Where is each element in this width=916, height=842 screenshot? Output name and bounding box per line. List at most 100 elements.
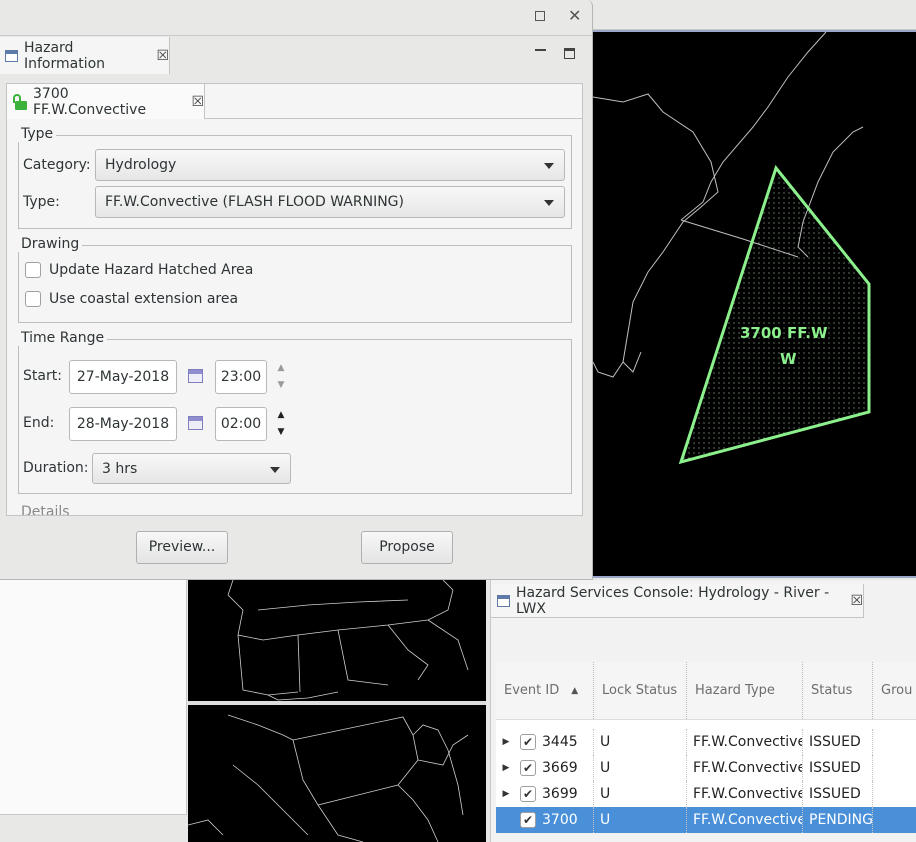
hazard-services-console: Hazard Services Console: Hydrology - Riv… (490, 580, 916, 842)
hazard-information-dialog: ✕ Hazard Information ☒ 3700 FF.W.Convect… (0, 0, 593, 580)
maximize-icon[interactable] (535, 11, 545, 21)
group (873, 729, 916, 755)
dropdown-arrow-icon (544, 163, 554, 169)
row-checkbox[interactable]: ✔ (520, 812, 536, 828)
up-arrow-icon: ▲ (277, 410, 285, 420)
close-icon[interactable]: ☒ (850, 593, 863, 609)
event-id: 3669 (542, 760, 578, 776)
view-window-icon (5, 49, 18, 62)
expand-arrow-icon[interactable]: ▶ (500, 755, 512, 781)
start-label: Start: (23, 368, 62, 384)
background-window-strip (593, 0, 916, 30)
column-header-status[interactable]: Status (803, 662, 873, 719)
drawing-group-legend: Drawing (18, 236, 83, 252)
start-date-field[interactable]: 27-May-2018 (69, 360, 177, 394)
console-tab[interactable]: Hazard Services Console: Hydrology - Riv… (491, 584, 864, 618)
tab-event-3700[interactable]: 3700 FF.W.Convective ☒ (7, 84, 205, 119)
event-id: 3445 (542, 734, 578, 750)
row-checkbox[interactable]: ✔ (520, 786, 536, 802)
southeast-map-pane[interactable] (188, 580, 486, 701)
table-row[interactable]: ▶ ✔ 3699 U FF.W.Convective ISSUED (496, 781, 916, 807)
expand-arrow-icon[interactable]: ▶ (500, 781, 512, 807)
table-row-selected[interactable]: ▶✔3700 U FF.W.Convective PENDING (496, 807, 916, 833)
event-id: 3699 (542, 786, 578, 802)
end-label: End: (23, 415, 55, 431)
duration-label: Duration: (23, 460, 89, 476)
polygon-label-line2: W (780, 350, 797, 368)
view-window-icon (497, 594, 510, 607)
status: ISSUED (803, 755, 873, 781)
maximize-icon[interactable] (564, 48, 575, 59)
hazard-polygon[interactable] (678, 164, 871, 465)
status-strip (0, 814, 187, 842)
event-tab-label: 3700 FF.W.Convective (33, 85, 147, 118)
main-map-display[interactable]: 3700 FF.W W (593, 30, 916, 578)
unlocked-icon (13, 93, 27, 110)
console-title: Hazard Services Console: Hydrology - Riv… (516, 584, 830, 617)
column-header-hazard-type[interactable]: Hazard Type (687, 662, 803, 719)
dropdown-arrow-icon (270, 467, 280, 473)
row-checkbox[interactable]: ✔ (520, 734, 536, 750)
update-hatched-area-checkbox[interactable]: Update Hazard Hatched Area (25, 262, 253, 278)
close-icon[interactable]: ✕ (568, 6, 581, 25)
tab-hazard-information[interactable]: Hazard Information ☒ (0, 37, 170, 74)
blank-panel (0, 580, 187, 842)
dialog-titlebar[interactable]: ✕ (0, 0, 592, 36)
sort-ascending-icon: ▲ (571, 685, 579, 696)
column-header-event-id[interactable]: Event ID ▲ (496, 662, 594, 719)
calendar-icon[interactable] (188, 416, 203, 430)
hazard-type: FF.W.Convective (687, 781, 803, 807)
duration-select[interactable]: 3 hrs (92, 453, 291, 484)
northeast-map-pane[interactable] (188, 705, 486, 842)
row-checkbox[interactable]: ✔ (520, 760, 536, 776)
expand-arrow-icon[interactable]: ▶ (500, 729, 512, 755)
group (873, 755, 916, 781)
lock-status: U (594, 807, 687, 833)
end-date-field[interactable]: 28-May-2018 (69, 407, 177, 441)
category-select[interactable]: Hydrology (95, 149, 565, 181)
column-header-group[interactable]: Grou (873, 662, 916, 719)
group (873, 807, 916, 833)
status: PENDING (803, 807, 873, 833)
end-time-stepper[interactable]: ▲ ▼ (271, 407, 291, 441)
status: ISSUED (803, 781, 873, 807)
lock-status: U (594, 781, 687, 807)
category-label: Category: (23, 157, 91, 173)
type-select[interactable]: FF.W.Convective (FLASH FLOOD WARNING) (95, 186, 565, 218)
hazard-type: FF.W.Convective (687, 807, 803, 833)
view-tab-label: Hazard Information (24, 39, 106, 72)
details-group-legend-cut: Details (21, 504, 70, 516)
minimize-icon[interactable] (535, 49, 546, 52)
group (873, 781, 916, 807)
column-header-lock-status[interactable]: Lock Status (594, 662, 687, 719)
calendar-icon[interactable] (188, 369, 203, 383)
event-id: 3700 (542, 812, 578, 828)
view-tabbar: Hazard Information ☒ (0, 37, 592, 74)
close-icon[interactable]: ☒ (191, 94, 204, 110)
preview-button[interactable]: Preview... (136, 531, 228, 564)
start-time-field[interactable]: 23:00 (215, 360, 267, 394)
coastal-extension-checkbox[interactable]: Use coastal extension area (25, 291, 238, 307)
table-row[interactable]: ▶ ✔ 3445 U FF.W.Convective ISSUED (496, 729, 916, 755)
lock-status: U (594, 729, 687, 755)
status: ISSUED (803, 729, 873, 755)
drawing-group (18, 245, 572, 323)
dropdown-arrow-icon (544, 200, 554, 206)
polygon-label-line1: 3700 FF.W (740, 324, 828, 342)
end-time-field[interactable]: 02:00 (215, 407, 267, 441)
table-header: Event ID ▲ Lock Status Hazard Type Status… (496, 662, 916, 720)
type-group-legend: Type (18, 126, 57, 142)
up-arrow-icon: ▲ (277, 363, 285, 373)
type-label: Type: (23, 194, 60, 210)
down-arrow-icon: ▼ (277, 380, 285, 390)
hazard-type: FF.W.Convective (687, 729, 803, 755)
start-time-stepper[interactable]: ▲ ▼ (271, 360, 291, 394)
hazard-detail-panel: 3700 FF.W.Convective ☒ Type Category: Hy… (6, 83, 583, 516)
hazard-table: Event ID ▲ Lock Status Hazard Type Status… (496, 662, 916, 833)
lock-status: U (594, 755, 687, 781)
propose-button[interactable]: Propose (361, 531, 453, 564)
table-row[interactable]: ▶ ✔ 3669 U FF.W.Convective ISSUED (496, 755, 916, 781)
close-icon[interactable]: ☒ (156, 48, 169, 64)
hazard-type: FF.W.Convective (687, 755, 803, 781)
time-range-group-legend: Time Range (18, 330, 108, 346)
